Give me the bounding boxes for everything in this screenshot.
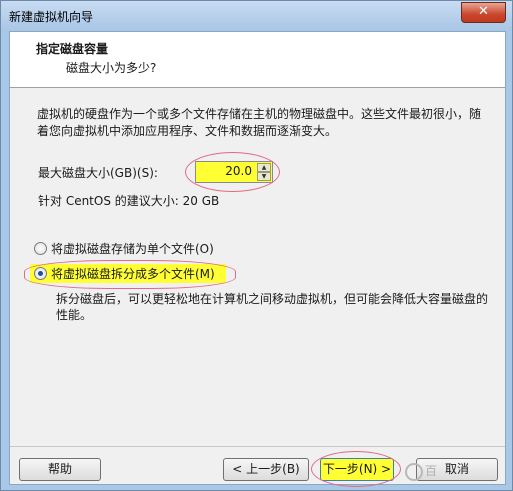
help-button[interactable]: 帮助: [19, 458, 101, 481]
page-subtitle: 磁盘大小为多少?: [66, 61, 157, 75]
footer-divider: [10, 446, 505, 447]
wizard-window: 新建虚拟机向导 ✕ 指定磁盘容量 磁盘大小为多少? 虚拟机的硬盘作为一个或多个文…: [0, 0, 513, 491]
close-button[interactable]: ✕: [461, 2, 506, 23]
highlight-ring: [311, 451, 401, 487]
highlight-ring: [185, 152, 280, 192]
watermark-text: 百: [425, 464, 438, 478]
back-button[interactable]: < 上一步(B): [223, 458, 309, 481]
title-bar: 新建虚拟机向导 ✕: [1, 1, 512, 31]
watermark: 百: [405, 462, 437, 481]
radio-icon[interactable]: [34, 242, 47, 255]
header-panel: 指定磁盘容量 磁盘大小为多少?: [10, 32, 505, 88]
max-disk-label: 最大磁盘大小(GB)(S):: [38, 166, 158, 180]
recommended-size: 针对 CentOS 的建议大小: 20 GB: [38, 194, 220, 208]
window-title: 新建虚拟机向导: [9, 10, 94, 24]
wizard-body: 指定磁盘容量 磁盘大小为多少? 虚拟机的硬盘作为一个或多个文件存储在主机的物理磁…: [9, 31, 506, 487]
page-title: 指定磁盘容量: [36, 42, 109, 56]
watermark-icon: [405, 462, 423, 481]
highlight-ring: [24, 260, 236, 289]
close-icon: ✕: [478, 4, 489, 19]
split-description: 拆分磁盘后，可以更轻松地在计算机之间移动虚拟机，但可能会降低大容量磁盘的性能。: [56, 292, 489, 322]
disk-description: 虚拟机的硬盘作为一个或多个文件存储在主机的物理磁盘中。这些文件最初很小，随着您向…: [37, 107, 482, 138]
radio-single-file-label: 将虚拟磁盘存储为单个文件(O): [51, 242, 214, 256]
